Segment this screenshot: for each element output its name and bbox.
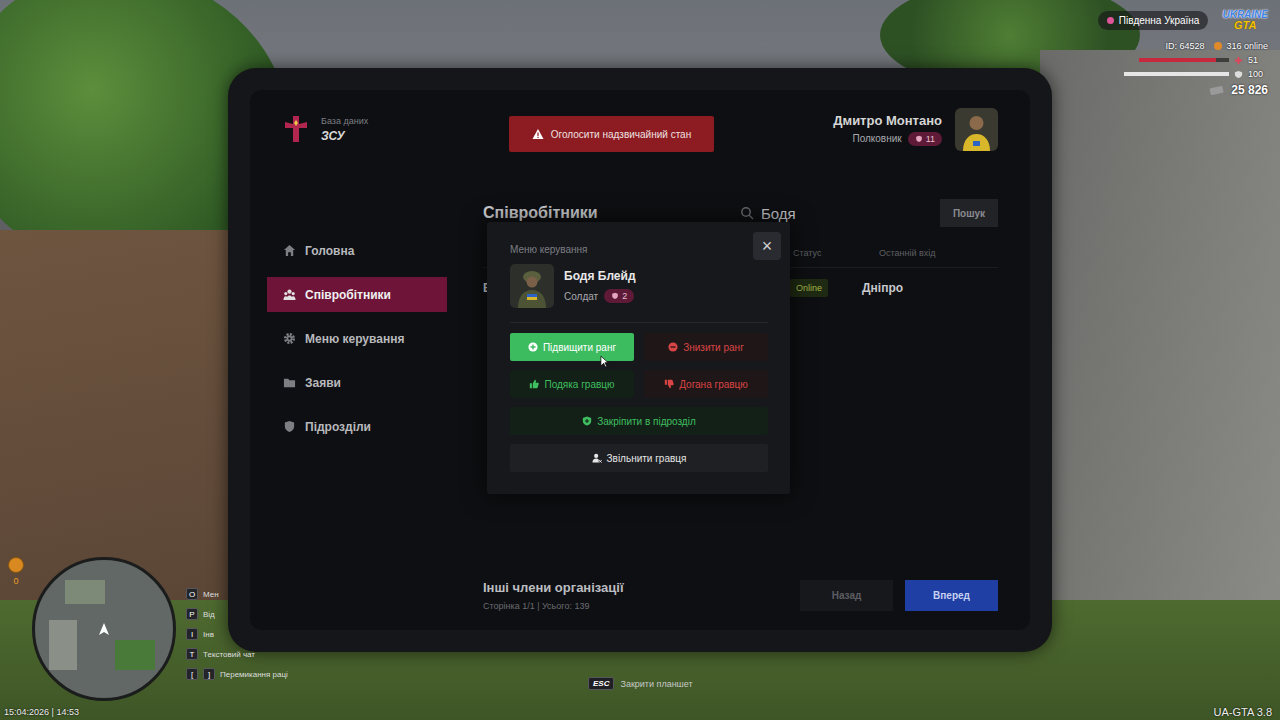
action-buttons: Підвищити ранг Знизити ранг Подяка гравц… [510,333,768,472]
key-cap: O [186,588,198,600]
member-card: Бодя Блейд Солдат 2 [510,264,768,308]
money: 25 826 [1209,83,1268,97]
footer: Інші члени організації Сторінка 1/1 | Ус… [483,580,998,611]
gear-icon [283,332,296,345]
armor-stat: 100 [1124,69,1268,79]
userx-icon [592,453,602,463]
sidebar-item[interactable]: Головна [267,233,447,268]
action-button[interactable]: Підвищити ранг [510,333,634,361]
user-avatar-icon [955,108,998,151]
action-button[interactable]: Закріпити в підрозділ [510,407,768,435]
health-stat: 51 [1139,55,1268,65]
sidebar-item[interactable]: Меню керування [267,321,447,356]
key-cap: ESC [588,677,614,690]
sidebar-item[interactable]: Заяви [267,365,447,400]
action-button[interactable]: Догана гравцю [644,370,768,398]
pager-button[interactable]: Вперед [905,580,998,611]
coin-icon [8,557,24,573]
minus-icon [668,342,678,352]
player-id: ID: 64528 [1165,41,1204,51]
key-cap: T [186,648,198,660]
version: UA-GTA 3.8 [1214,706,1272,718]
armor-bar [1124,72,1229,76]
pager-button[interactable]: Назад [800,580,893,611]
player-arrow-icon [99,623,109,635]
key-hints: O Мен P Від I Інв T Текстовий чат [] Перемик… [186,588,288,680]
shield-icon [611,292,619,300]
sidebar: Головна Співробітники Меню керування Зая… [267,199,447,611]
key-cap: P [186,608,198,620]
minimap [32,557,176,701]
emergency-button[interactable]: Оголосити надзвичайний стан [509,116,714,152]
down-icon [664,379,674,389]
search-icon [740,206,754,220]
sidebar-item[interactable]: Підрозділи [267,409,447,444]
key-hint: I Інв [186,628,288,640]
mouse-cursor-icon [600,355,609,368]
column-header: Статус [783,248,853,258]
armor-icon [1234,70,1243,79]
up-icon [529,379,539,389]
modal-title: Меню керування [510,244,768,255]
concrete-wall [1040,50,1280,610]
folder-icon [283,376,296,389]
home-icon [283,244,296,257]
region-badge: Південна Україна [1098,11,1209,30]
shield-icon [283,420,296,433]
action-button[interactable]: Подяка гравцю [510,370,634,398]
close-button[interactable]: × [753,232,781,260]
management-modal: Меню керування × Бодя Блейд Солдат 2 Під… [487,222,790,494]
sidebar-item[interactable]: Співробітники [267,277,447,312]
server-logo: UKRAINE GTA [1222,10,1268,31]
status-badge: Online [790,279,828,297]
key-hint: [] Перемикання раці [186,668,288,680]
online-icon [1214,42,1222,50]
coin-counter: 0 [8,557,24,586]
user-profile[interactable]: Дмитро Монтано Полковник 11 [833,108,998,151]
shield-icon [915,135,923,143]
tablet: База даних ЗСУ Оголосити надзвичайний ст… [228,68,1052,652]
zsu-emblem-icon [281,114,311,144]
brand: База даних ЗСУ [267,114,447,144]
rank-badge: 11 [908,132,942,146]
page-title: Співробітники [483,204,730,222]
location-icon [1107,17,1114,24]
datetime: 15:04:2026 | 14:53 [4,707,79,717]
shield-icon [582,416,592,426]
header: База даних ЗСУ Оголосити надзвичайний ст… [267,107,998,151]
member-avatar-icon [510,264,554,308]
warning-icon [532,128,544,140]
key-cap: ] [203,668,215,680]
health-icon [1234,56,1243,65]
plus-icon [528,342,538,352]
tablet-screen: База даних ЗСУ Оголосити надзвичайний ст… [250,90,1030,630]
key-hint: T Текстовий чат [186,648,288,660]
key-hint: P Від [186,608,288,620]
health-bar [1139,58,1229,62]
action-button[interactable]: Знизити ранг [644,333,768,361]
key-cap: I [186,628,198,640]
search-button[interactable]: Пошук [940,199,998,227]
column-header: Останній вхід [853,248,998,258]
game-screen: Південна Україна UKRAINE GTA ID: 64528 3… [0,0,1280,720]
rank-badge: 2 [604,289,634,303]
key-hint: O Мен [186,588,288,600]
action-button[interactable]: Звільнити гравця [510,444,768,472]
close-hint: ESC Закрити планшет [588,677,693,690]
money-icon [1209,85,1225,95]
hud-top: Південна Україна UKRAINE GTA ID: 64528 3… [1098,10,1268,97]
online-count: 316 online [1214,41,1268,51]
search-field[interactable]: Бодя [740,205,930,222]
users-icon [283,288,296,301]
key-cap: [ [186,668,198,680]
